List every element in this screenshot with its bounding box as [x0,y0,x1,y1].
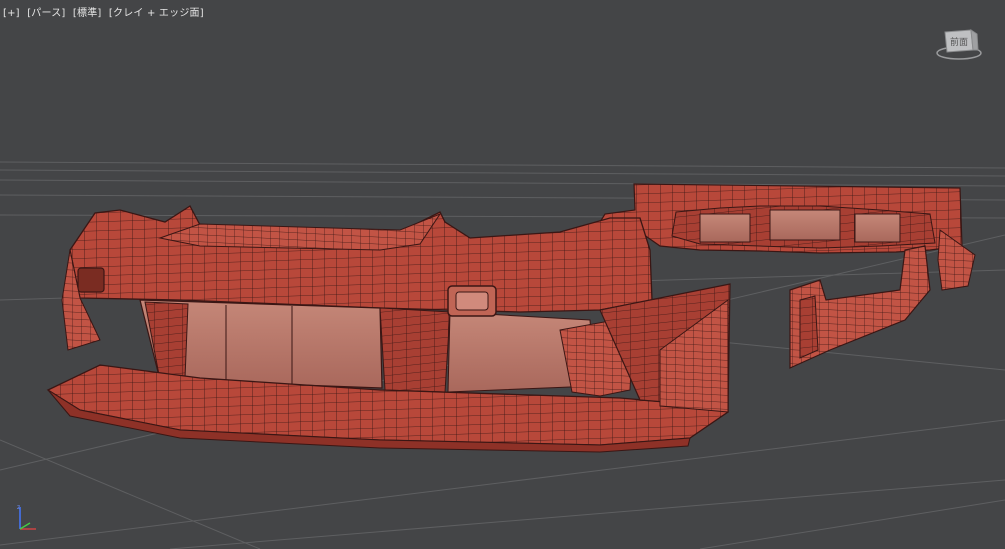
viewport-display-mode-menu[interactable]: [クレイ + エッジ面] [109,8,204,19]
side-skirt-mesh [789,245,931,369]
viewport-label-menu[interactable]: [+] [パース] [標準] [クレイ + エッジ面] [3,4,208,19]
perspective-viewport[interactable]: [+] [パース] [標準] [クレイ + エッジ面] 前面 z [0,0,1005,549]
axis-tripod-icon: z [17,504,36,530]
svg-text:z: z [17,504,20,511]
viewcube-face-label: 前面 [950,36,968,48]
front-bumper-mesh [46,205,731,453]
viewcube-icon[interactable]: 前面 [935,26,983,62]
viewport-point-of-view-menu[interactable]: [パース] [27,8,65,19]
viewport-shading-standard-menu[interactable]: [標準] [73,8,102,19]
scene-render [0,161,1005,549]
viewport-general-menu[interactable]: [+] [3,8,20,19]
